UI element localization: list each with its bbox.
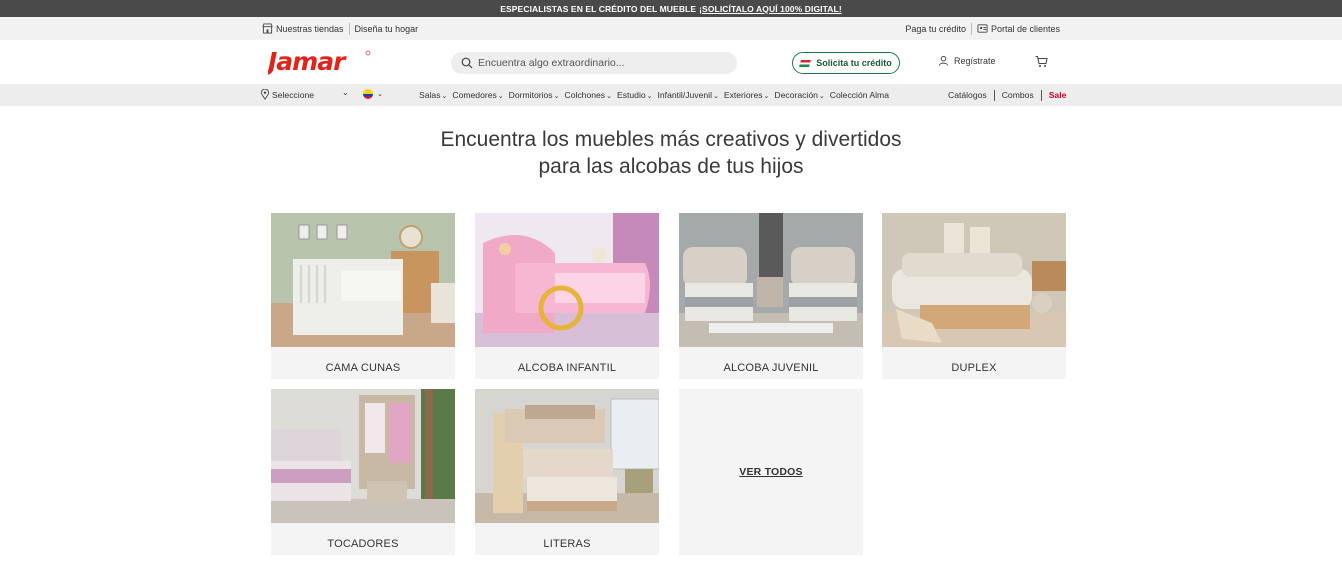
menu-label: Estudio [616,90,646,100]
chevron-down-icon: ⌄ [553,93,560,100]
menu-item-colchones[interactable]: Colchones⌄ [564,90,611,100]
search-icon [461,57,473,69]
category-label: ALCOBA JUVENIL [723,362,819,374]
duplex-image [882,213,1066,347]
location-pin-icon [260,89,270,100]
category-card-cama-cunas[interactable]: CAMA CUNAS [271,213,455,379]
client-portal-label: Portal de clientes [990,23,1060,34]
headline-line-1: Encuentra los muebles más creativos y di… [440,128,902,151]
jamar-logo[interactable]: Jamar [268,49,372,75]
category-card-tocadores[interactable]: TOCADORES [271,389,455,555]
chevron-down-icon[interactable]: ⌄ [342,88,349,97]
client-portal-link[interactable]: Portal de clientes [977,23,1060,34]
main-header: Jamar Solicita tu crédito Regístrate [0,40,1342,84]
secondary-menu: Catálogos Combos Sale [948,84,1066,106]
menu-item-coleccion-alma[interactable]: Colección Alma [830,90,889,100]
cart-icon[interactable] [1035,55,1048,68]
promo-link[interactable]: ¡SOLICÍTALO AQUÍ 100% DIGITAL! [699,4,842,14]
utility-bar: Nuestras tiendas Diseña tu hogar Paga tu… [0,17,1342,40]
menu-item-exteriores[interactable]: Exteriores⌄ [724,90,770,100]
category-label: TOCADORES [327,538,399,550]
logo-text: Jamar [268,49,347,75]
menu-label: Colección Alma [829,90,889,100]
cama-cunas-image [271,213,455,347]
location-label: Seleccione [272,89,315,100]
chevron-down-icon: ⌄ [646,93,653,100]
category-label: LITERAS [543,538,591,550]
promo-text: ESPECIALISTAS EN EL CRÉDITO DEL MUEBLE [500,3,697,14]
category-label: CAMA CUNAS [325,362,401,374]
chevron-down-icon: ⌄ [763,93,770,100]
design-link[interactable]: Diseña tu hogar [355,24,419,34]
category-label: DUPLEX [951,362,997,374]
menu-item-comedores[interactable]: Comedores⌄ [452,90,503,100]
register-label: Regístrate [954,55,996,66]
store-icon [262,23,273,34]
sale-link[interactable]: Sale [1049,90,1067,100]
menu-label: Comedores [452,90,497,100]
see-all-link[interactable]: VER TODOS [739,466,802,478]
search-input[interactable] [478,57,718,69]
colombia-flag-icon [363,89,373,99]
register-link[interactable]: Regístrate [938,55,996,66]
headline-line-2: para las alcobas de tus hijos [538,155,804,178]
chevron-down-icon: ⌄ [818,93,825,100]
menu-label: Exteriores [723,90,763,100]
design-label: Diseña tu hogar [354,23,419,34]
menu-item-dormitorios[interactable]: Dormitorios⌄ [509,90,560,100]
alcoba-juvenil-image [679,213,863,347]
category-card-alcoba-infantil[interactable]: ALCOBA INFANTIL [475,213,659,379]
credit-button-label: Solicita tu crédito [816,58,892,68]
main-menu: Salas⌄ Comedores⌄ Dormitorios⌄ Colchones… [419,84,894,106]
divider [970,22,972,35]
menu-item-salas[interactable]: Salas⌄ [419,90,447,100]
request-credit-button[interactable]: Solicita tu crédito [792,52,900,74]
chevron-down-icon: ⌄ [606,93,612,100]
chevron-down-icon: ⌄ [377,91,383,98]
see-all-card[interactable]: VER TODOS [679,389,863,555]
pay-credit-link[interactable]: Paga tu crédito [905,24,966,34]
location-selector[interactable]: Seleccione [260,89,314,100]
portal-icon [977,24,988,33]
menu-item-estudio[interactable]: Estudio⌄ [617,90,653,100]
country-selector[interactable]: ⌄ [363,89,383,99]
promo-banner: ESPECIALISTAS EN EL CRÉDITO DEL MUEBLE ¡… [0,0,1342,17]
menu-label: Infantil/Juvenil [657,90,712,100]
category-card-duplex[interactable]: DUPLEX [882,213,1066,379]
tocadores-image [271,389,455,523]
combos-link[interactable]: Combos [1002,90,1034,100]
credit-flag-icon [799,59,812,67]
category-label: ALCOBA INFANTIL [517,362,617,374]
divider [1040,89,1042,101]
chevron-down-icon: ⌄ [712,93,719,100]
page-headline: Encuentra los muebles más creativos y di… [0,126,1342,180]
menu-label: Salas [419,90,441,100]
chevron-down-icon: ⌄ [441,93,448,100]
stores-label: Nuestras tiendas [276,23,344,34]
search-bar[interactable] [451,52,737,74]
chevron-down-icon: ⌄ [497,93,504,100]
menu-label: Colchones [564,90,606,100]
category-nav: Seleccione ⌄ ⌄ Salas⌄ Comedores⌄ Dormito… [0,84,1342,106]
alcoba-infantil-image [475,213,659,347]
menu-item-decoracion[interactable]: Decoración⌄ [774,90,824,100]
user-icon [938,55,949,66]
category-card-alcoba-juvenil[interactable]: ALCOBA JUVENIL [679,213,863,379]
catalogs-link[interactable]: Catálogos [948,90,987,100]
divider [348,22,350,35]
menu-label: Decoración [774,90,818,100]
pay-credit-label: Paga tu crédito [905,23,966,34]
stores-link[interactable]: Nuestras tiendas [262,23,344,34]
literas-image [475,389,660,523]
divider [993,89,995,101]
menu-label: Dormitorios [508,90,553,100]
category-card-literas[interactable]: LITERAS [475,389,660,555]
menu-item-infantil-juvenil[interactable]: Infantil/Juvenil⌄ [658,90,719,100]
